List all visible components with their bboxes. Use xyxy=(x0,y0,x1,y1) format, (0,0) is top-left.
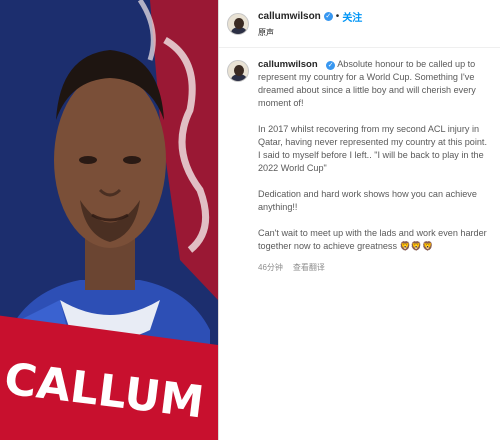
caption-body: callumwilson ✓ Absolute honour to be cal… xyxy=(258,58,492,274)
follow-button[interactable]: 关注 xyxy=(342,9,362,24)
avatar[interactable] xyxy=(227,12,249,35)
verified-badge-icon: ✓ xyxy=(326,61,336,70)
caption-text-4: Can't wait to meet up with the lads and … xyxy=(258,228,487,251)
caption-avatar[interactable] xyxy=(227,60,249,82)
player-graphic: CALLUM WILSON xyxy=(0,0,218,440)
post-side-panel: callumwilson ✓ • 关注 原声 callumwilson ✓ Ab… xyxy=(218,0,500,440)
caption-paragraph-4: Can't wait to meet up with the lads and … xyxy=(258,227,492,253)
caption-paragraph-2: In 2017 whilst recovering from my second… xyxy=(258,124,487,173)
post-image[interactable]: CALLUM WILSON xyxy=(0,0,218,440)
caption-paragraph-3: Dedication and hard work shows how you c… xyxy=(258,189,477,212)
caption-username-link[interactable]: callumwilson xyxy=(258,59,318,70)
header-line: callumwilson ✓ • 关注 xyxy=(258,9,362,24)
post-meta: 46分钟 查看翻译 xyxy=(258,261,492,274)
timestamp[interactable]: 46分钟 xyxy=(258,261,283,274)
username-link[interactable]: callumwilson xyxy=(258,11,321,22)
separator: • xyxy=(335,11,340,22)
caption: callumwilson ✓ Absolute honour to be cal… xyxy=(219,48,500,274)
verified-badge-icon: ✓ xyxy=(323,12,333,21)
post-header: callumwilson ✓ • 关注 原声 xyxy=(219,0,500,48)
instagram-post-viewer: CALLUM WILSON callumwilson ✓ • 关注 原声 cal… xyxy=(0,0,500,440)
audio-label[interactable]: 原声 xyxy=(258,27,362,38)
header-text: callumwilson ✓ • 关注 原声 xyxy=(258,9,362,38)
see-translation-button[interactable]: 查看翻译 xyxy=(293,261,325,274)
lion-emoji: 🦁🦁🦁 xyxy=(399,241,434,251)
caption-paragraph-1: callumwilson ✓ Absolute honour to be cal… xyxy=(258,58,492,110)
